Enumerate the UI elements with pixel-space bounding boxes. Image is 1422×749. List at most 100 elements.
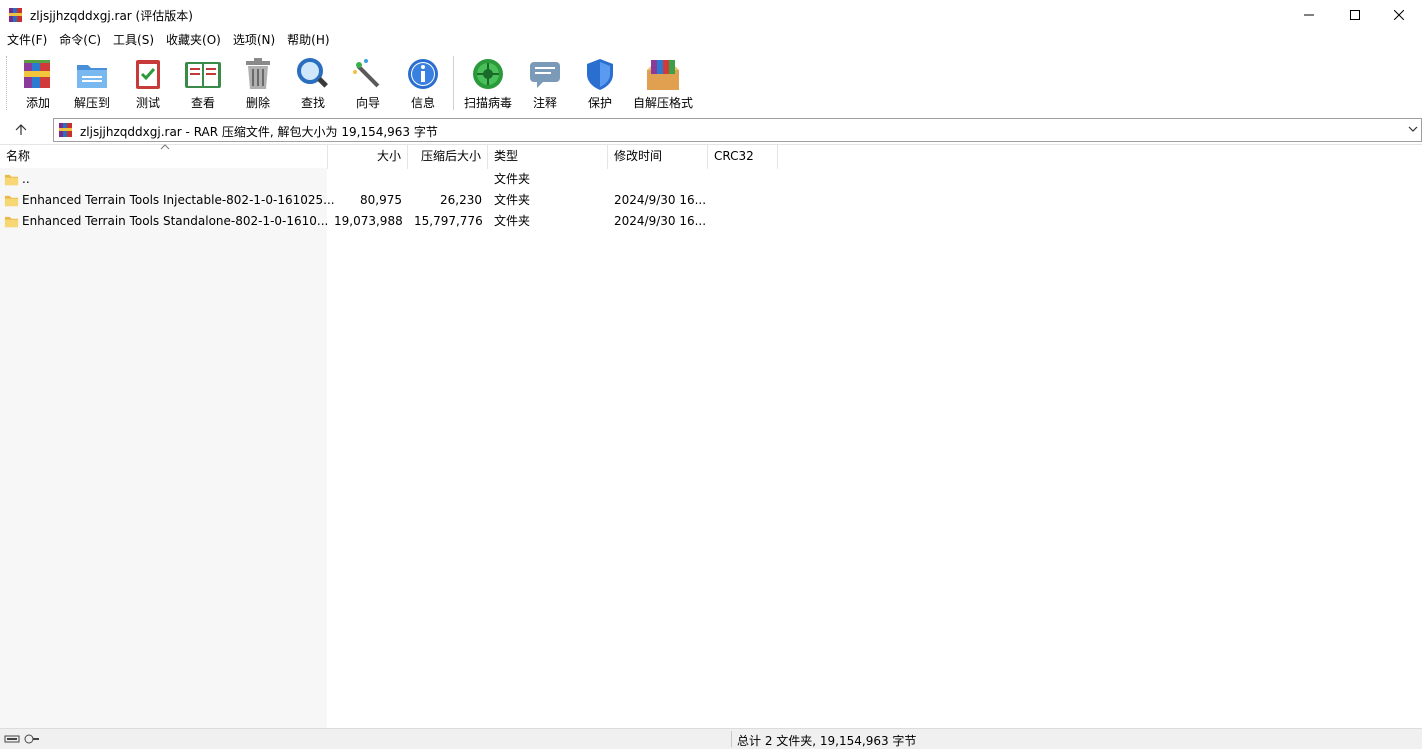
sfx-button[interactable]: 自解压格式 [630,54,696,112]
trash-icon [246,58,270,89]
virus-scan-icon [473,59,503,89]
winrar-icon [59,123,72,137]
column-header-type[interactable]: 类型 [488,145,608,169]
view-book-icon [185,62,221,88]
minimize-button[interactable] [1286,0,1332,30]
comment-button[interactable]: 注释 [518,54,572,112]
close-icon [1394,10,1404,20]
table-row[interactable]: .. 文件夹 [0,169,1422,190]
winrar-icon [9,8,22,22]
column-header-size-label: 大小 [376,149,401,163]
row-modified [608,169,708,190]
delete-button[interactable]: 删除 [231,54,285,112]
column-header-crc[interactable]: CRC32 [708,145,778,169]
address-field[interactable]: zljsjjhzqddxgj.rar - RAR 压缩文件, 解包大小为 19,… [53,118,1422,142]
status-divider [731,731,732,747]
menu-commands[interactable]: 命令(C) [53,30,107,50]
name-column-background [0,168,327,728]
protect-button[interactable]: 保护 [573,54,627,112]
menu-tools[interactable]: 工具(S) [107,30,160,50]
row-size [328,169,408,190]
toolbar-grip [6,56,9,110]
info-label: 信息 [410,96,435,110]
row-crc [708,190,778,211]
add-button[interactable]: 添加 [11,54,65,112]
column-header-type-label: 类型 [494,149,519,163]
menu-options[interactable]: 选项(N) [227,30,281,50]
column-header-size[interactable]: 大小 [328,145,408,169]
wizard-button[interactable]: 向导 [341,54,395,112]
up-button[interactable] [10,120,32,140]
toolbar: 添加 解压到 测试 查看 删除 查找 向导 信息 扫描病毒 注释 保护 自解压格… [0,50,1422,116]
row-name: Enhanced Terrain Tools Injectable-802-1-… [22,193,335,207]
row-type: 文件夹 [494,214,531,228]
column-header-packed[interactable]: 压缩后大小 [408,145,488,169]
title-bar: zljsjjhzqddxgj.rar (评估版本) [0,0,1422,30]
menu-file[interactable]: 文件(F) [1,30,53,50]
delete-label: 删除 [245,96,270,110]
file-list: 名称 大小 压缩后大小 类型 修改时间 CRC32 .. 文件夹 Enhance… [0,144,1422,728]
magnifier-icon [297,58,328,88]
row-name: .. [22,172,30,186]
folder-icon [4,216,19,228]
column-header-modified[interactable]: 修改时间 [608,145,708,169]
row-packed: 15,797,776 [414,214,483,228]
maximize-icon [1350,10,1360,20]
add-label: 添加 [25,96,50,110]
status-bar: 总计 2 文件夹, 19,154,963 字节 [0,728,1422,749]
add-archive-icon [24,60,50,88]
test-button[interactable]: 测试 [121,54,175,112]
table-row[interactable]: Enhanced Terrain Tools Standalone-802-1-… [0,211,1422,232]
menu-help[interactable]: 帮助(H) [281,30,335,50]
test-label: 测试 [135,96,160,110]
row-name: Enhanced Terrain Tools Standalone-802-1-… [22,214,329,228]
virus-scan-label: 扫描病毒 [463,96,512,110]
test-clipboard-icon [136,60,160,89]
extract-folder-icon [77,65,107,88]
folder-icon [4,195,19,207]
close-button[interactable] [1376,0,1422,30]
virus-scan-button[interactable]: 扫描病毒 [461,54,515,112]
info-button[interactable]: 信息 [396,54,450,112]
status-text: 总计 2 文件夹, 19,154,963 字节 [737,734,917,748]
column-header-crc-label: CRC32 [714,149,754,163]
column-header-packed-label: 压缩后大小 [420,149,481,163]
column-headers: 名称 大小 压缩后大小 类型 修改时间 CRC32 [0,144,1422,169]
find-label: 查找 [300,96,325,110]
arrow-up-icon [15,124,27,135]
wizard-label: 向导 [355,96,380,110]
menu-bar: 文件(F) 命令(C) 工具(S) 收藏夹(O) 选项(N) 帮助(H) [0,30,1422,50]
minimize-icon [1304,14,1314,16]
chevron-down-icon[interactable] [1407,123,1419,135]
column-header-modified-label: 修改时间 [614,149,663,163]
protect-label: 保护 [587,96,612,110]
window-title: zljsjjhzqddxgj.rar (评估版本) [30,9,193,23]
row-packed: 26,230 [440,193,482,207]
table-row[interactable]: Enhanced Terrain Tools Injectable-802-1-… [0,190,1422,211]
extract-to-button[interactable]: 解压到 [65,54,119,112]
sfx-label: 自解压格式 [632,96,693,110]
maximize-button[interactable] [1332,0,1378,30]
row-type: 文件夹 [494,172,531,186]
address-text: zljsjjhzqddxgj.rar - RAR 压缩文件, 解包大小为 19,… [80,125,438,139]
find-button[interactable]: 查找 [286,54,340,112]
folder-icon [4,174,19,186]
row-crc [708,211,778,232]
toolbar-separator [453,56,454,110]
row-size: 80,975 [360,193,402,207]
info-icon [408,59,438,89]
row-size: 19,073,988 [334,214,403,228]
drive-key-icon[interactable] [4,733,40,745]
row-modified: 2024/9/30 16... [614,193,707,207]
extract-to-label: 解压到 [73,96,110,110]
row-type: 文件夹 [494,193,531,207]
row-modified: 2024/9/30 16... [614,214,707,228]
row-crc [708,169,778,190]
shield-icon [587,59,613,90]
menu-favorites[interactable]: 收藏夹(O) [160,30,227,50]
wizard-wand-icon [353,59,380,88]
view-button[interactable]: 查看 [176,54,230,112]
comment-icon [530,62,560,88]
view-label: 查看 [190,96,215,110]
sfx-box-icon [647,60,679,90]
